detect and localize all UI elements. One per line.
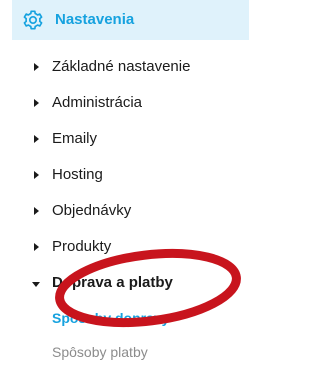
- menu-item-produkty[interactable]: Produkty: [30, 236, 240, 260]
- chevron-right-icon: [34, 207, 39, 215]
- chevron-right-icon: [34, 99, 39, 107]
- menu-item-administracia[interactable]: Administrácia: [30, 92, 240, 116]
- menu-item-label: Hosting: [52, 166, 103, 183]
- menu-item-label: Základné nastavenie: [52, 58, 191, 75]
- settings-header[interactable]: Nastavenia: [12, 0, 249, 40]
- menu-item-hosting[interactable]: Hosting: [30, 164, 240, 188]
- menu-item-label: Administrácia: [52, 94, 143, 111]
- submenu-item-sposoby-platby[interactable]: Spôsoby platby: [52, 342, 148, 362]
- submenu-item-sposoby-dopravy[interactable]: Spôsoby dopravy: [52, 308, 169, 328]
- chevron-right-icon: [34, 243, 39, 251]
- menu-item-doprava-a-platby[interactable]: Doprava a platby: [30, 272, 240, 296]
- menu-item-label: Doprava a platby: [52, 274, 173, 291]
- chevron-right-icon: [34, 63, 39, 71]
- settings-title: Nastavenia: [55, 11, 135, 28]
- menu-item-zakladne-nastavenie[interactable]: Základné nastavenie: [30, 56, 240, 80]
- menu-item-label: Objednávky: [52, 202, 132, 219]
- menu-item-objednavky[interactable]: Objednávky: [30, 200, 240, 224]
- menu-item-label: Emaily: [52, 130, 98, 147]
- chevron-right-icon: [34, 135, 39, 143]
- gear-icon: [23, 10, 43, 30]
- menu-item-emaily[interactable]: Emaily: [30, 128, 240, 152]
- menu-item-label: Produkty: [52, 238, 112, 255]
- chevron-down-icon: [32, 282, 40, 287]
- settings-sidebar: Nastavenia Základné nastavenie Administr…: [0, 0, 249, 374]
- chevron-right-icon: [34, 171, 39, 179]
